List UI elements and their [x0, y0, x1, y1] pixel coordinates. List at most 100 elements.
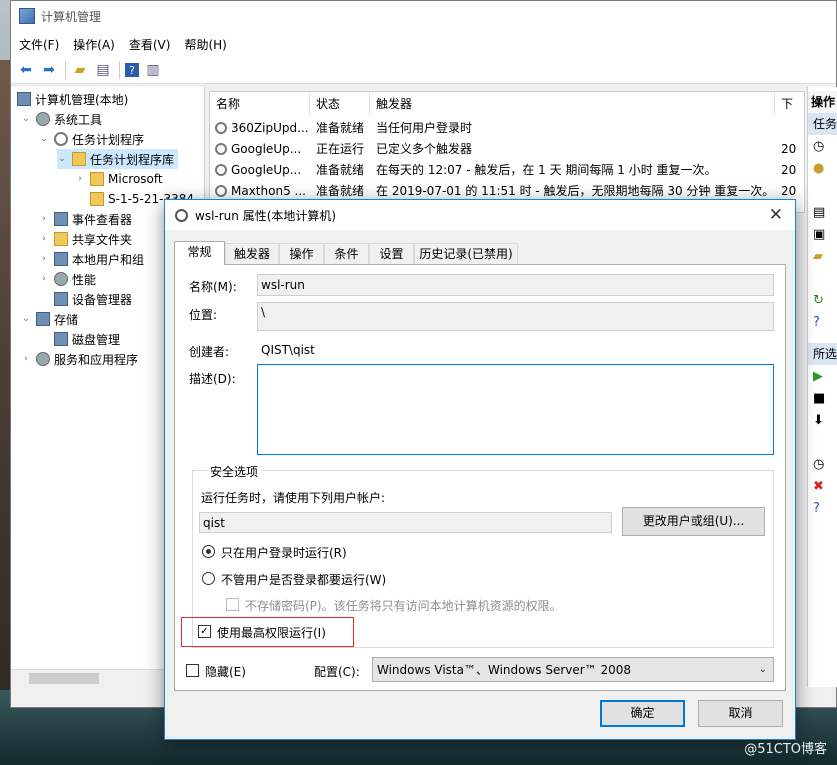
- chevron-right-icon[interactable]: ›: [39, 214, 49, 224]
- menu-bar: 文件(F) 操作(A) 查看(V) 帮助(H): [11, 31, 836, 57]
- ok-button[interactable]: 确定: [600, 700, 685, 727]
- tree-item-disk-management[interactable]: 磁盘管理: [54, 329, 120, 349]
- author-label: 创建者:: [189, 345, 230, 359]
- radio-run-always-label[interactable]: 不管用户是否登录都要运行(W): [221, 571, 386, 588]
- tab-triggers[interactable]: 触发器: [225, 243, 279, 264]
- security-options-title: 安全选项: [207, 463, 262, 480]
- refresh-icon[interactable]: ↻: [808, 289, 837, 311]
- hidden-checkbox[interactable]: [186, 664, 199, 677]
- radio-run-always[interactable]: [202, 572, 215, 585]
- computer-management-icon: [19, 8, 35, 24]
- dialog-title-bar[interactable]: wsl-run 属性(本地计算机) ✕: [165, 200, 795, 230]
- tree-item-task-scheduler[interactable]: ⌄ 任务计划程序: [39, 129, 144, 149]
- disable-icon[interactable]: ⬇: [808, 409, 837, 431]
- help-icon[interactable]: ?: [125, 63, 139, 77]
- performance-icon: [54, 272, 68, 286]
- close-icon[interactable]: ✕: [769, 205, 783, 225]
- device-manager-icon: [54, 292, 68, 306]
- run-icon[interactable]: ▶: [808, 365, 837, 387]
- column-header-trigger[interactable]: 触发器: [370, 92, 775, 116]
- tab-settings[interactable]: 设置: [369, 243, 414, 264]
- menu-view[interactable]: 查看(V): [129, 36, 171, 53]
- tree-item-services-apps[interactable]: › 服务和应用程序: [21, 349, 138, 369]
- cancel-button[interactable]: 取消: [698, 700, 783, 727]
- folder-icon: [72, 152, 86, 166]
- chevron-right-icon[interactable]: ›: [75, 174, 85, 184]
- tree-item-task-library[interactable]: ⌄ 任务计划程序库: [57, 149, 179, 169]
- chevron-down-icon[interactable]: ⌄: [57, 154, 67, 164]
- task-action-icon[interactable]: ▣: [808, 223, 837, 245]
- tools-icon: [36, 112, 50, 126]
- show-action-pane-icon[interactable]: ▥: [144, 61, 162, 79]
- menu-help[interactable]: 帮助(H): [184, 36, 226, 53]
- tab-conditions[interactable]: 条件: [324, 243, 369, 264]
- highest-privileges-label[interactable]: 使用最高权限运行(I): [217, 624, 326, 641]
- tree-item-event-viewer[interactable]: › 事件查看器: [39, 209, 132, 229]
- table-row[interactable]: 360ZipUpd...: [215, 118, 310, 139]
- back-arrow-icon[interactable]: ⬅: [17, 61, 35, 79]
- highest-privileges-checkbox[interactable]: ✓: [198, 625, 211, 638]
- tab-history[interactable]: 历史记录(已禁用): [414, 243, 518, 264]
- configure-select[interactable]: Windows Vista™、Windows Server™ 2008 ⌄: [372, 657, 774, 682]
- menu-file[interactable]: 文件(F): [19, 36, 59, 53]
- delete-icon[interactable]: ✖: [808, 475, 837, 497]
- task-icon: [215, 164, 227, 176]
- hidden-label[interactable]: 隐藏(E): [205, 663, 246, 680]
- tree-item-performance[interactable]: › 性能: [39, 269, 96, 289]
- radio-run-only-logged-on-label[interactable]: 只在用户登录时运行(R): [221, 544, 347, 561]
- menu-action[interactable]: 操作(A): [73, 36, 115, 53]
- window-title-bar[interactable]: 计算机管理: [11, 1, 836, 31]
- description-input[interactable]: [257, 364, 774, 455]
- task-action-icon[interactable]: ▤: [808, 201, 837, 223]
- chevron-right-icon[interactable]: ›: [39, 274, 49, 284]
- run-as-user-field: qist: [199, 512, 612, 533]
- tree-item-device-manager[interactable]: 设备管理器: [54, 289, 132, 309]
- chevron-down-icon[interactable]: ⌄: [21, 114, 31, 124]
- toolbar: ⬅ ➡ ▰ ▤ ? ▥: [11, 57, 836, 84]
- tree-item-microsoft[interactable]: › Microsoft: [75, 169, 163, 189]
- chevron-down-icon[interactable]: ⌄: [21, 314, 31, 324]
- tab-actions[interactable]: 操作: [279, 243, 324, 264]
- stop-icon[interactable]: ■: [808, 387, 837, 409]
- computer-icon: [17, 92, 31, 106]
- column-header-name[interactable]: 名称: [210, 92, 310, 116]
- help-icon[interactable]: ?: [808, 497, 837, 519]
- actions-section-selected[interactable]: 所选: [808, 343, 837, 365]
- task-action-icon[interactable]: ●: [808, 157, 837, 179]
- actions-header: 操作: [808, 91, 837, 113]
- table-row[interactable]: GoogleUp...: [215, 139, 310, 160]
- radio-run-only-logged-on[interactable]: [202, 545, 215, 558]
- task-icon: [215, 185, 227, 197]
- show-hide-tree-icon[interactable]: ▤: [94, 61, 112, 79]
- task-action-icon[interactable]: ◷: [808, 135, 837, 157]
- chevron-down-icon[interactable]: ⌄: [39, 134, 49, 144]
- properties-icon[interactable]: ◷: [808, 453, 837, 475]
- tab-general[interactable]: 常规: [174, 241, 225, 265]
- column-header-next[interactable]: 下: [775, 92, 804, 116]
- actions-section-task[interactable]: 任务: [808, 113, 837, 135]
- tree-item-local-users[interactable]: › 本地用户和组: [39, 249, 144, 269]
- help-icon[interactable]: ?: [808, 311, 837, 333]
- clock-icon: [175, 208, 188, 222]
- tree-item-system-tools[interactable]: ⌄ 系统工具: [21, 109, 102, 129]
- forward-arrow-icon[interactable]: ➡: [40, 61, 58, 79]
- chevron-right-icon[interactable]: ›: [39, 234, 49, 244]
- clock-icon: [54, 132, 68, 146]
- tree-item-shared-folders[interactable]: › 共享文件夹: [39, 229, 132, 249]
- tree-item-root[interactable]: 计算机管理(本地): [17, 89, 128, 109]
- up-folder-icon[interactable]: ▰: [71, 61, 89, 79]
- no-store-password-checkbox[interactable]: [226, 598, 239, 611]
- folder-icon[interactable]: ▰: [808, 245, 837, 267]
- task-icon: [215, 143, 227, 155]
- run-as-label: 运行任务时，请使用下列用户帐户:: [201, 491, 386, 505]
- tree-item-storage[interactable]: ⌄ 存储: [21, 309, 78, 329]
- row-next: 20: [781, 142, 797, 156]
- row-status: 准备就绪: [316, 121, 365, 135]
- users-icon: [54, 252, 68, 266]
- name-field[interactable]: wsl-run: [257, 274, 774, 296]
- chevron-right-icon[interactable]: ›: [21, 354, 31, 364]
- column-header-status[interactable]: 状态: [310, 92, 370, 116]
- change-user-button[interactable]: 更改用户或组(U)...: [622, 507, 765, 536]
- chevron-right-icon[interactable]: ›: [39, 254, 49, 264]
- table-row[interactable]: GoogleUp...: [215, 160, 310, 181]
